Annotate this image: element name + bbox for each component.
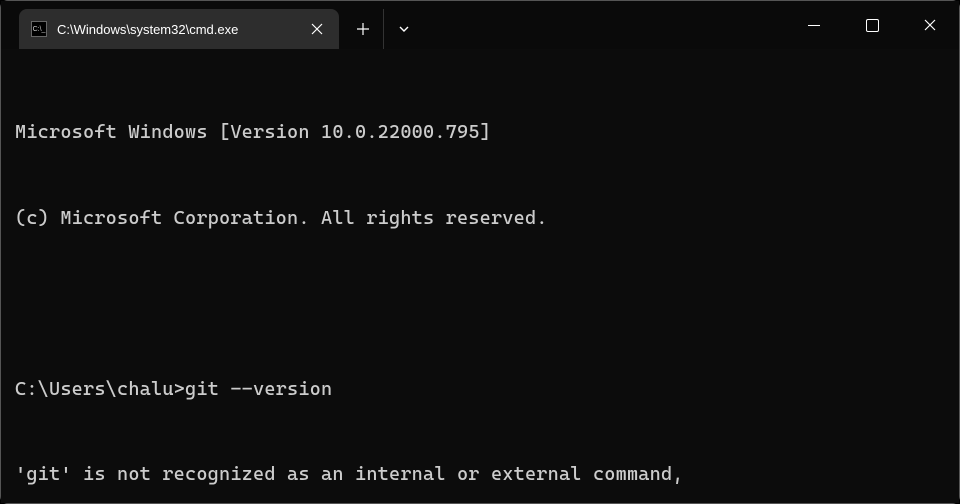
new-tab-button[interactable] <box>343 9 383 49</box>
window-controls <box>785 1 959 49</box>
output-line <box>15 289 945 318</box>
tab-active[interactable]: C:\_ C:\Windows\system32\cmd.exe <box>19 9 339 49</box>
close-window-button[interactable] <box>901 1 959 49</box>
prompt-line: C:\Users\chalu>git --version <box>15 375 945 404</box>
tab-close-button[interactable] <box>305 17 329 41</box>
close-icon <box>311 23 323 35</box>
output-line: 'git' is not recognized as an internal o… <box>15 460 945 489</box>
tab-title: C:\Windows\system32\cmd.exe <box>57 22 295 37</box>
output-line: Microsoft Windows [Version 10.0.22000.79… <box>15 118 945 147</box>
maximize-button[interactable] <box>843 1 901 49</box>
minimize-button[interactable] <box>785 1 843 49</box>
tab-actions <box>343 9 423 49</box>
close-icon <box>924 19 936 31</box>
chevron-down-icon <box>398 23 410 35</box>
tab-dropdown-button[interactable] <box>383 9 423 49</box>
plus-icon <box>356 22 370 36</box>
titlebar: C:\_ C:\Windows\system32\cmd.exe <box>1 1 959 49</box>
prompt: C:\Users\chalu> <box>15 375 185 404</box>
command-text: git --version <box>185 375 332 404</box>
output-line: (c) Microsoft Corporation. All rights re… <box>15 204 945 233</box>
terminal-window: C:\_ C:\Windows\system32\cmd.exe Microso… <box>1 1 959 503</box>
terminal-output[interactable]: Microsoft Windows [Version 10.0.22000.79… <box>1 49 959 503</box>
cmd-icon: C:\_ <box>31 21 47 37</box>
